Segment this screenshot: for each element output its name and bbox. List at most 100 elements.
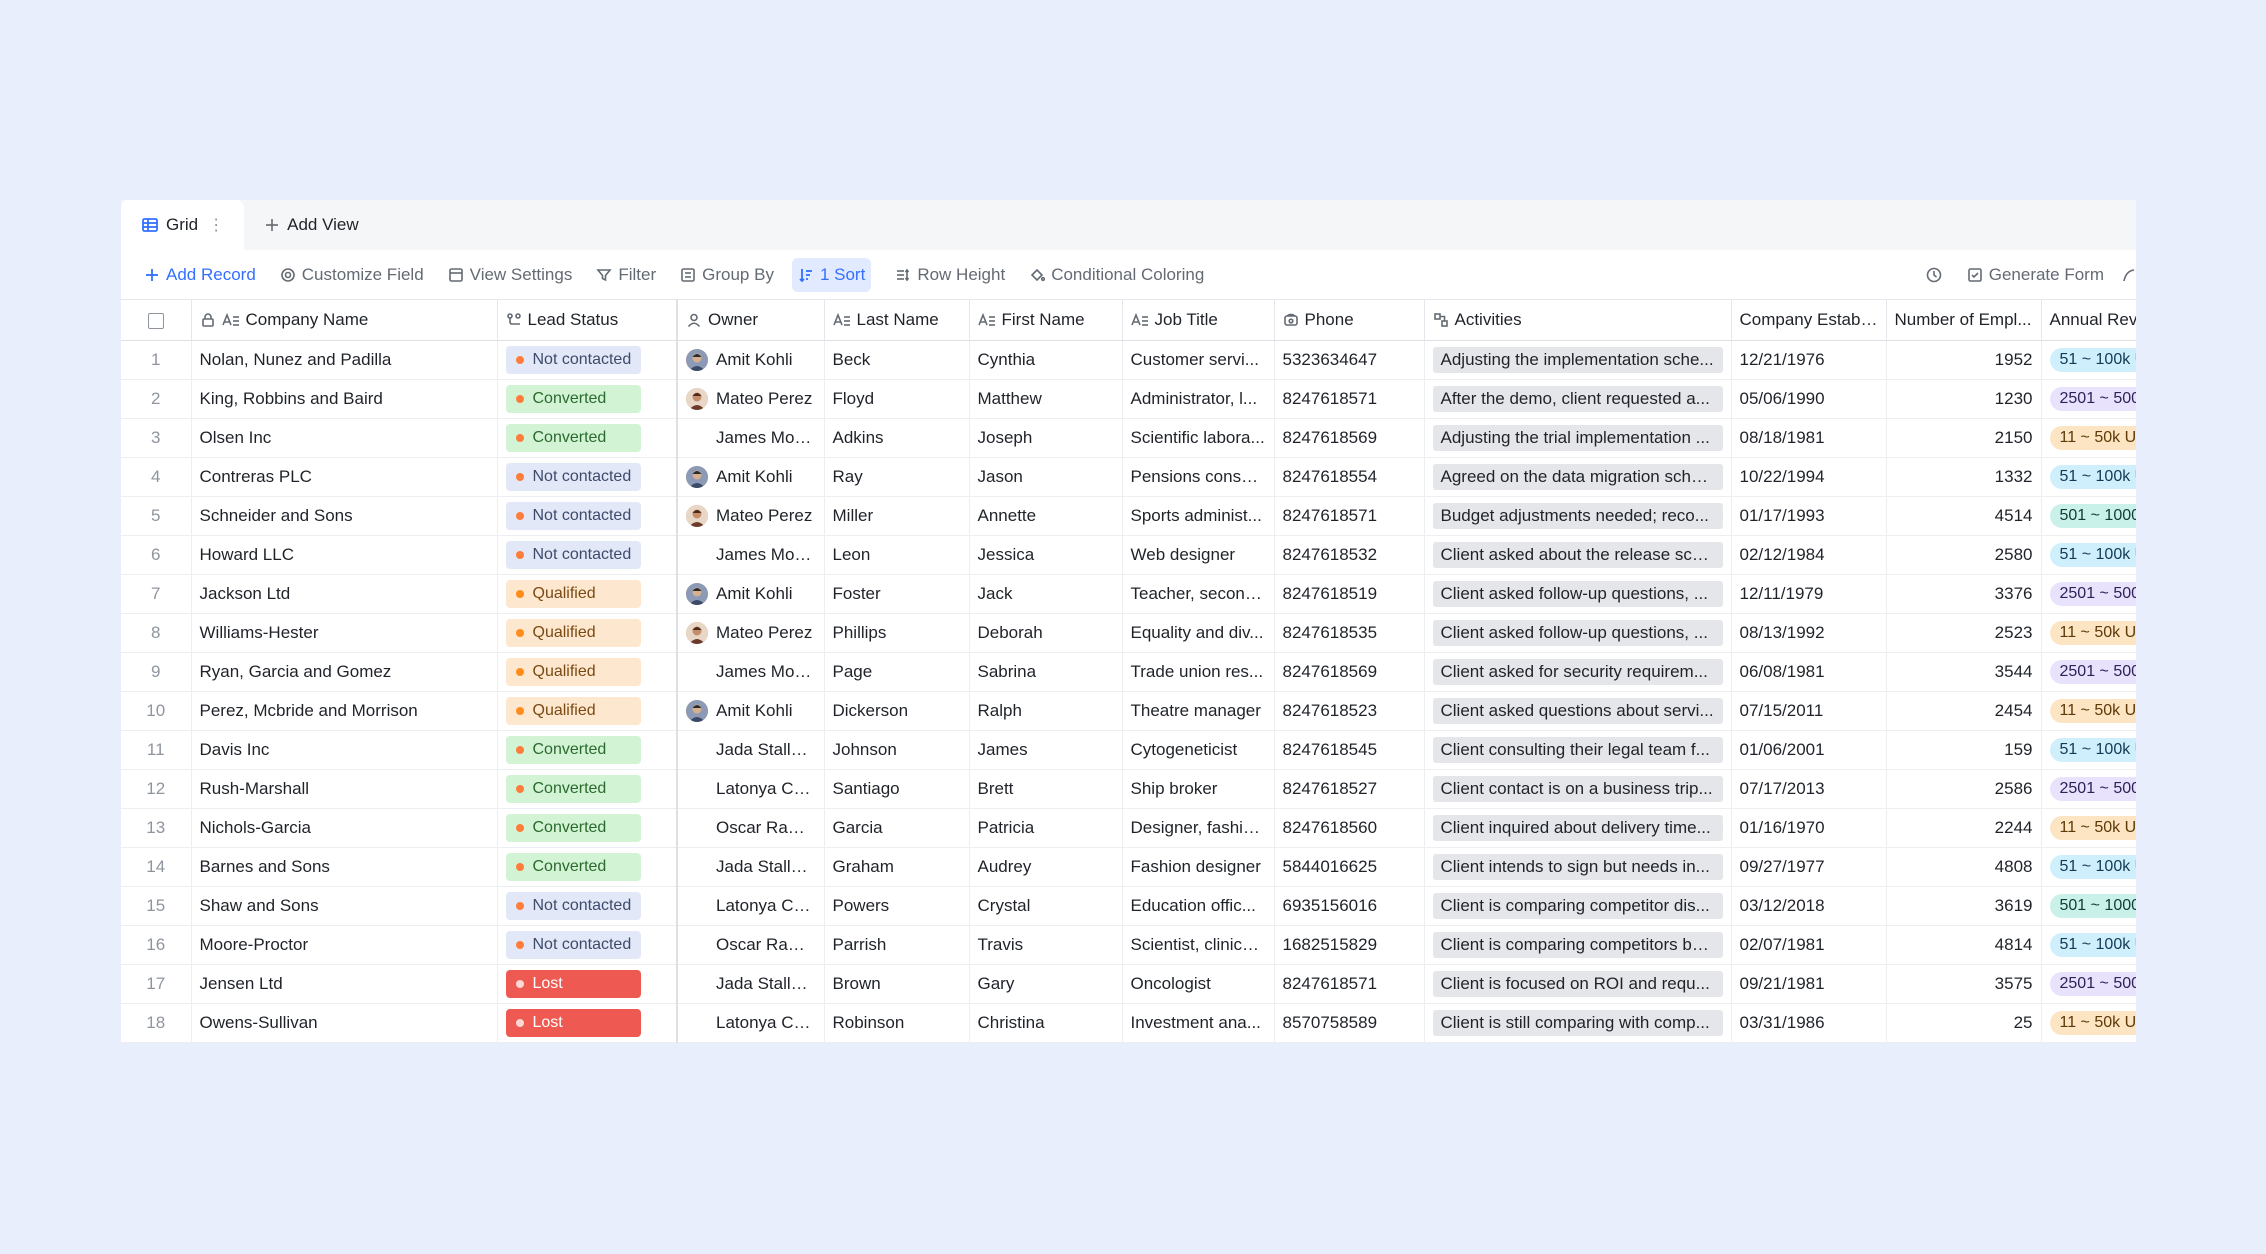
more-toolbar-icon[interactable] [2122, 258, 2136, 292]
cell-company-name[interactable]: Rush-Marshall [191, 769, 498, 809]
cell-company-established[interactable]: 01/17/1993 [1731, 496, 1887, 536]
activity-chip[interactable]: Client consulting their legal team f... [1432, 737, 1723, 763]
cell-owner[interactable]: Oscar Ramos [677, 925, 825, 965]
cell-lead-status[interactable]: Qualified [497, 691, 678, 731]
activity-chip[interactable]: Client inquired about delivery time... [1432, 815, 1723, 841]
cell-owner[interactable]: James Morris [677, 418, 825, 458]
cell-annual-revenue[interactable]: 501 ~ 1000k U... [2041, 886, 2136, 926]
cell-owner[interactable]: Latonya Ca... [677, 1003, 825, 1043]
generate-form-button[interactable]: Generate Form [1967, 258, 2104, 292]
cell-activities[interactable]: Client asked about the release sch... [1424, 535, 1732, 575]
cell-phone[interactable]: 8247618554 [1274, 457, 1425, 497]
cell-last-name[interactable]: Robinson [824, 1003, 970, 1043]
cell-first-name[interactable]: Christina [969, 1003, 1123, 1043]
table-row[interactable]: 17 Jensen Ltd Lost Jada Stallw... Brown Gary O… [121, 964, 2136, 1004]
table-row[interactable]: 18 Owens-Sullivan Lost Latonya Ca... Robinso… [121, 1003, 2136, 1043]
col-activities[interactable]: Activities [1424, 299, 1732, 341]
table-row[interactable]: 7 Jackson Ltd Qualified Amit Kohli Foster Jac… [121, 574, 2136, 614]
cell-last-name[interactable]: Brown [824, 964, 970, 1004]
cell-owner[interactable]: Amit Kohli [677, 457, 825, 497]
cell-company-established[interactable]: 06/08/1981 [1731, 652, 1887, 692]
cell-first-name[interactable]: Gary [969, 964, 1123, 1004]
cell-annual-revenue[interactable]: 2501 ~ 5000k ... [2041, 379, 2136, 419]
activity-chip[interactable]: Client asked follow-up questions, ... [1432, 620, 1723, 646]
cell-first-name[interactable]: Jack [969, 574, 1123, 614]
cell-job-title[interactable]: Theatre manager [1122, 691, 1275, 731]
cell-first-name[interactable]: Crystal [969, 886, 1123, 926]
cell-first-name[interactable]: Jessica [969, 535, 1123, 575]
cell-company-name[interactable]: Jensen Ltd [191, 964, 498, 1004]
cell-activities[interactable]: Client is still comparing with comp... [1424, 1003, 1732, 1043]
cell-phone[interactable]: 8247618571 [1274, 379, 1425, 419]
cell-number-of-employees[interactable]: 2523 [1886, 613, 2042, 653]
cell-job-title[interactable]: Education offic... [1122, 886, 1275, 926]
cell-last-name[interactable]: Garcia [824, 808, 970, 848]
cell-job-title[interactable]: Designer, fashio... [1122, 808, 1275, 848]
activity-chip[interactable]: Client intends to sign but needs in... [1432, 854, 1723, 880]
cell-company-established[interactable]: 08/18/1981 [1731, 418, 1887, 458]
cell-first-name[interactable]: Matthew [969, 379, 1123, 419]
cell-company-established[interactable]: 03/12/2018 [1731, 886, 1887, 926]
col-company-established[interactable]: Company Establ... [1731, 299, 1887, 341]
cell-company-name[interactable]: Williams-Hester [191, 613, 498, 653]
col-job-title[interactable]: Job Title [1122, 299, 1275, 341]
table-row[interactable]: 16 Moore-Proctor Not contacted Oscar Ramos P… [121, 925, 2136, 965]
cell-company-established[interactable]: 08/13/1992 [1731, 613, 1887, 653]
cell-annual-revenue[interactable]: 2501 ~ 5000k ... [2041, 574, 2136, 614]
table-row[interactable]: 8 Williams-Hester Qualified Mateo Perez Phil… [121, 613, 2136, 653]
cell-company-name[interactable]: Shaw and Sons [191, 886, 498, 926]
sort-button[interactable]: 1 Sort [791, 257, 872, 292]
cell-owner[interactable]: Amit Kohli [677, 691, 825, 731]
table-row[interactable]: 14 Barnes and Sons Converted Jada Stallw...… [121, 847, 2136, 887]
cell-lead-status[interactable]: Qualified [497, 652, 678, 692]
cell-last-name[interactable]: Dickerson [824, 691, 970, 731]
cell-annual-revenue[interactable]: 51 ~ 100k USD [2041, 925, 2136, 965]
activity-chip[interactable]: Client asked questions about servi... [1432, 698, 1723, 724]
cell-annual-revenue[interactable]: 11 ~ 50k USD [2041, 613, 2136, 653]
activity-chip[interactable]: Adjusting the implementation sche... [1432, 347, 1723, 373]
cell-company-established[interactable]: 10/22/1994 [1731, 457, 1887, 497]
cell-job-title[interactable]: Ship broker [1122, 769, 1275, 809]
cell-lead-status[interactable]: Not contacted [497, 925, 678, 965]
cell-annual-revenue[interactable]: 11 ~ 50k USD [2041, 691, 2136, 731]
cell-first-name[interactable]: Joseph [969, 418, 1123, 458]
cell-first-name[interactable]: Deborah [969, 613, 1123, 653]
cell-owner[interactable]: Amit Kohli [677, 340, 825, 380]
more-options-icon[interactable]: ⋮ [208, 215, 224, 235]
cell-last-name[interactable]: Foster [824, 574, 970, 614]
cell-phone[interactable]: 6935156016 [1274, 886, 1425, 926]
cell-company-name[interactable]: Schneider and Sons [191, 496, 498, 536]
cell-activities[interactable]: Adjusting the implementation sche... [1424, 340, 1732, 380]
cell-company-name[interactable]: Perez, Mcbride and Morrison [191, 691, 498, 731]
col-phone[interactable]: Phone [1274, 299, 1425, 341]
cell-first-name[interactable]: Travis [969, 925, 1123, 965]
cell-phone[interactable]: 5323634647 [1274, 340, 1425, 380]
cell-company-name[interactable]: King, Robbins and Baird [191, 379, 498, 419]
activity-chip[interactable]: Client is still comparing with comp... [1432, 1010, 1723, 1036]
table-row[interactable]: 1 Nolan, Nunez and Padilla Not contacted Am… [121, 340, 2136, 380]
cell-company-established[interactable]: 09/27/1977 [1731, 847, 1887, 887]
cell-lead-status[interactable]: Not contacted [497, 535, 678, 575]
cell-job-title[interactable]: Teacher, second... [1122, 574, 1275, 614]
cell-lead-status[interactable]: Converted [497, 769, 678, 809]
cell-phone[interactable]: 8247618569 [1274, 418, 1425, 458]
table-row[interactable]: 5 Schneider and Sons Not contacted Mateo Pe… [121, 496, 2136, 536]
history-button[interactable] [1925, 258, 1949, 292]
cell-number-of-employees[interactable]: 1952 [1886, 340, 2042, 380]
cell-first-name[interactable]: Sabrina [969, 652, 1123, 692]
cell-number-of-employees[interactable]: 1332 [1886, 457, 2042, 497]
cell-company-name[interactable]: Contreras PLC [191, 457, 498, 497]
activity-chip[interactable]: After the demo, client requested a... [1432, 386, 1723, 412]
cell-owner[interactable]: Latonya Ca... [677, 769, 825, 809]
cell-lead-status[interactable]: Lost [497, 964, 678, 1004]
cell-job-title[interactable]: Cytogeneticist [1122, 730, 1275, 770]
col-number-of-employees[interactable]: Number of Empl... [1886, 299, 2042, 341]
cell-company-established[interactable]: 09/21/1981 [1731, 964, 1887, 1004]
cell-annual-revenue[interactable]: 11 ~ 50k USD [2041, 1003, 2136, 1043]
cell-job-title[interactable]: Trade union res... [1122, 652, 1275, 692]
cell-owner[interactable]: Amit Kohli [677, 574, 825, 614]
cell-last-name[interactable]: Leon [824, 535, 970, 575]
activity-chip[interactable]: Client asked for security requirem... [1432, 659, 1723, 685]
cell-owner[interactable]: James Morris [677, 535, 825, 575]
cell-annual-revenue[interactable]: 2501 ~ 5000k ... [2041, 652, 2136, 692]
